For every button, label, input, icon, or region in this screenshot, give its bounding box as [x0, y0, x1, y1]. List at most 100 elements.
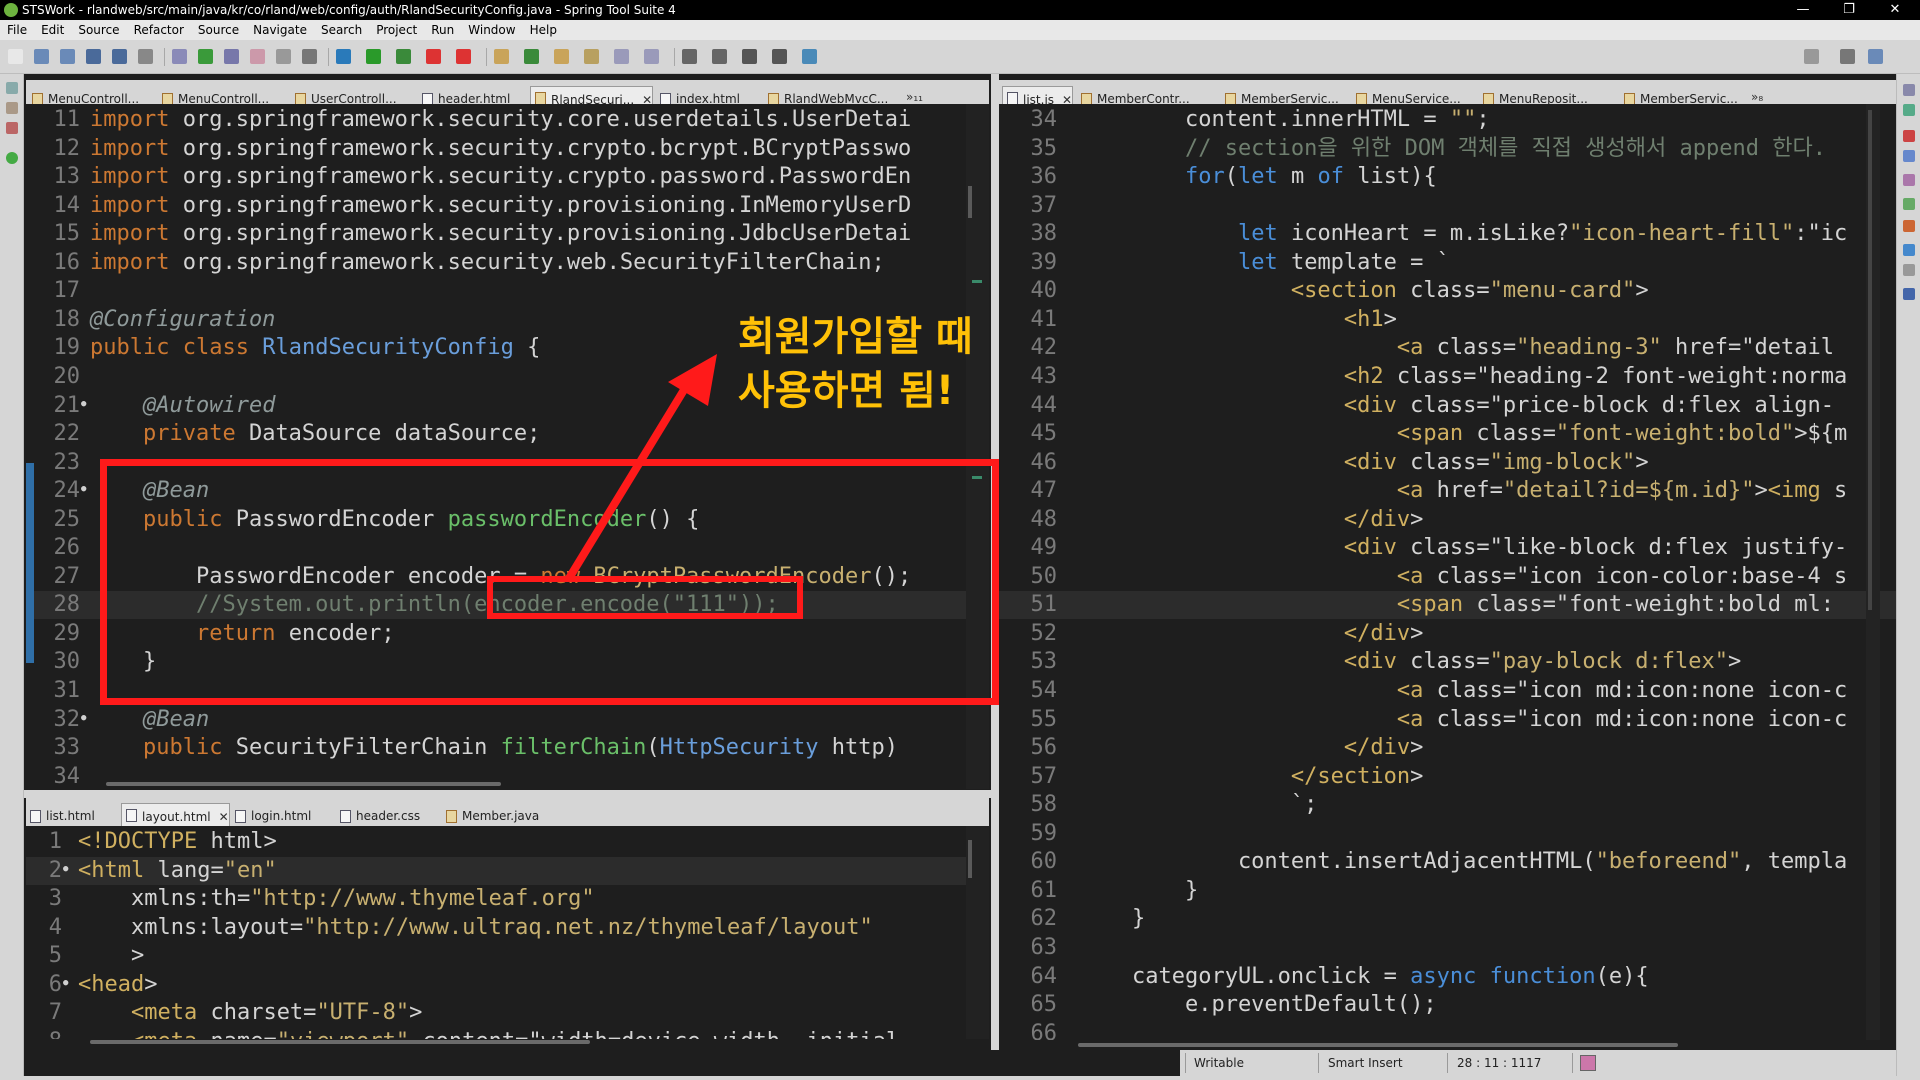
code-line[interactable]: 38 let iconHeart = m.isLike?"icon-heart-…: [999, 220, 1896, 248]
new-package-icon[interactable]: [494, 49, 509, 64]
code-line[interactable]: 12 import org.springframework.security.cr…: [26, 135, 989, 163]
code-line[interactable]: 48 </div>: [999, 506, 1896, 534]
save-all-icon[interactable]: [60, 49, 75, 64]
code-line[interactable]: 4 xmlns:layout="http://www.ultraq.net.nz…: [26, 914, 989, 942]
code-line[interactable]: 1 <!DOCTYPE html>: [26, 828, 989, 856]
redo-icon[interactable]: [112, 49, 127, 64]
menu-source[interactable]: Source: [71, 20, 126, 40]
code-line[interactable]: 39 let template = `: [999, 249, 1896, 277]
code-line[interactable]: 56 </div>: [999, 734, 1896, 762]
refresh-icon[interactable]: [524, 49, 539, 64]
code-line[interactable]: 45 <span class="font-weight:bold">${m: [999, 420, 1896, 448]
run-icon[interactable]: [366, 49, 381, 64]
open-type-icon[interactable]: [554, 49, 569, 64]
java-horizontal-scrollbar[interactable]: [106, 782, 501, 786]
forward-icon[interactable]: [712, 49, 727, 64]
nav-back-icon[interactable]: [742, 49, 757, 64]
code-line[interactable]: 57 </section>: [999, 763, 1896, 791]
code-line[interactable]: 65 e.preventDefault();: [999, 991, 1896, 1019]
code-line[interactable]: 60 content.insertAdjacentHTML("beforeend…: [999, 848, 1896, 876]
back-icon[interactable]: [682, 49, 697, 64]
code-line[interactable]: 58 `;: [999, 791, 1896, 819]
quick-search-icon[interactable]: [1804, 49, 1819, 64]
js-vertical-scrollbar[interactable]: [1868, 110, 1872, 610]
pin-icon[interactable]: [802, 49, 817, 64]
editor-tab[interactable]: login.html: [231, 805, 311, 827]
bookmarks-icon[interactable]: [1903, 264, 1915, 276]
code-line[interactable]: 36 for(let m of list){: [999, 163, 1896, 191]
debug-icon[interactable]: [1903, 220, 1915, 232]
next-annotation-icon[interactable]: [614, 49, 629, 64]
code-line[interactable]: 46 <div class="img-block">: [999, 449, 1896, 477]
skip-breakpoints-icon[interactable]: [224, 49, 239, 64]
prev-annotation-icon[interactable]: [644, 49, 659, 64]
menu-edit[interactable]: Edit: [34, 20, 71, 40]
code-line[interactable]: 33 public SecurityFilterChain filterChai…: [26, 734, 989, 762]
code-line[interactable]: 61 }: [999, 877, 1896, 905]
code-line[interactable]: 35 // section을 위한 DOM 객체를 직접 생성해서 append…: [999, 135, 1896, 163]
menu-help[interactable]: Help: [523, 20, 564, 40]
code-line[interactable]: 53 <div class="pay-block d:flex">: [999, 648, 1896, 676]
menu-run[interactable]: Run: [424, 20, 461, 40]
code-line[interactable]: 66: [999, 1020, 1896, 1040]
code-line[interactable]: 7 <meta charset="UTF-8">: [26, 999, 989, 1027]
print-icon[interactable]: [138, 49, 153, 64]
code-line[interactable]: 5 >: [26, 942, 989, 970]
js-editor[interactable]: 34 content.innerHTML = ""; 35 // section을…: [999, 104, 1896, 1040]
code-line[interactable]: 40 <section class="menu-card">: [999, 277, 1896, 305]
code-line[interactable]: 43 <h2 class="heading-2 font-weight:norm…: [999, 363, 1896, 391]
code-line[interactable]: 64 categoryUL.onclick = async function(e…: [999, 963, 1896, 991]
code-line[interactable]: 49 <div class="like-block d:flex justify…: [999, 534, 1896, 562]
menu-window[interactable]: Window: [461, 20, 522, 40]
close-tab-icon[interactable]: ✕: [219, 810, 229, 824]
progress-icon[interactable]: [1903, 174, 1915, 186]
code-line[interactable]: 41 <h1>: [999, 306, 1896, 334]
js-horizontal-scrollbar[interactable]: [1078, 1043, 1678, 1047]
debug-icon[interactable]: [198, 49, 213, 64]
code-line[interactable]: 2 <html lang="en": [26, 855, 989, 885]
code-line[interactable]: 59: [999, 820, 1896, 848]
editor-tab[interactable]: list.html: [26, 805, 95, 827]
close-button[interactable]: ✕: [1872, 0, 1918, 20]
java-vertical-scrollbar[interactable]: [968, 186, 972, 218]
problems-icon[interactable]: [1903, 130, 1915, 142]
open-perspective-icon[interactable]: [1840, 49, 1855, 64]
code-line[interactable]: 13 import org.springframework.security.cr…: [26, 163, 989, 191]
code-line[interactable]: 42 <a class="heading-3" href="detail: [999, 334, 1896, 362]
code-line[interactable]: 62 }: [999, 905, 1896, 933]
minimize-button[interactable]: —: [1780, 0, 1826, 20]
history-icon[interactable]: [1903, 288, 1915, 300]
server-icon[interactable]: [6, 152, 18, 164]
menu-source[interactable]: Source: [191, 20, 246, 40]
html-horizontal-scrollbar[interactable]: [90, 1040, 590, 1044]
save-icon[interactable]: [34, 49, 49, 64]
code-line[interactable]: 51 <span class="font-weight:bold ml:: [999, 591, 1896, 620]
new-icon[interactable]: [8, 49, 23, 64]
html-vertical-scrollbar[interactable]: [968, 840, 972, 878]
show-whitespace-icon[interactable]: [302, 49, 317, 64]
search-tool-icon[interactable]: [584, 49, 599, 64]
console-icon[interactable]: [1903, 150, 1915, 162]
code-line[interactable]: 52 </div>: [999, 620, 1896, 648]
menu-refactor[interactable]: Refactor: [127, 20, 191, 40]
code-line[interactable]: 55 <a class="icon md:icon:none icon-c: [999, 706, 1896, 734]
menu-search[interactable]: Search: [314, 20, 369, 40]
code-line[interactable]: 3 xmlns:th="http://www.thymeleaf.org": [26, 885, 989, 913]
external-tools-icon[interactable]: [396, 49, 411, 64]
toggle-mark-icon[interactable]: [250, 49, 265, 64]
code-line[interactable]: 17: [26, 277, 989, 305]
relaunch-icon[interactable]: [456, 49, 471, 64]
nav-forward-icon[interactable]: [772, 49, 787, 64]
code-line[interactable]: 47 <a href="detail?id=${m.id}"><img s: [999, 477, 1896, 505]
html-editor[interactable]: 1<!DOCTYPE html>2<html lang="en"3 xmlns:…: [26, 826, 989, 1039]
package-explorer-icon[interactable]: [6, 102, 18, 114]
editor-tab[interactable]: Member.java: [442, 805, 539, 827]
java-perspective-icon[interactable]: [1868, 49, 1883, 64]
code-line[interactable]: 54 <a class="icon md:icon:none icon-c: [999, 677, 1896, 705]
search-view-icon[interactable]: [1903, 244, 1915, 256]
code-line[interactable]: 32 @Bean: [26, 704, 989, 734]
code-line[interactable]: 14 import org.springframework.security.pr…: [26, 192, 989, 220]
code-line[interactable]: 6 <head>: [26, 969, 989, 999]
editor-tab[interactable]: header.css: [336, 805, 420, 827]
code-line[interactable]: 15 import org.springframework.security.pr…: [26, 220, 989, 248]
